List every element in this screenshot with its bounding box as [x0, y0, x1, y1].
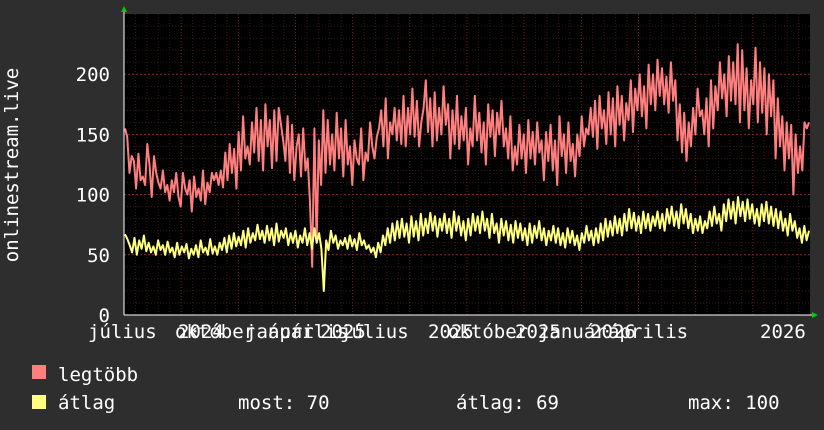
legend-label-1: átlag [58, 392, 115, 414]
x-tick-labels: július október2024 januáráprilis2025július… [88, 321, 806, 343]
legend-label-0: legtöbb [58, 364, 138, 386]
x-tick-label: július [340, 321, 409, 343]
x-tick-label: 2026 [760, 321, 806, 343]
y-tick-label: 50 [87, 245, 110, 267]
legend-swatch-0 [32, 365, 46, 379]
y-tick-labels: 050100150200 [76, 64, 110, 327]
chart-canvas: 050100150200 július október2024 januárápri… [1, 6, 818, 414]
legend: legtöbb átlag most: 70 átlag: 69 max: 10… [32, 364, 780, 414]
legend-swatch-1 [32, 395, 46, 409]
x-tick-label: július [88, 321, 157, 343]
x-tick-label: április [608, 321, 688, 343]
x-axis-arrow [812, 312, 818, 318]
stat-max: max: 100 [688, 392, 780, 414]
y-axis-label: onlinestream.live [1, 68, 23, 262]
x-tick-label: 2024 [178, 321, 224, 343]
y-tick-label: 200 [76, 64, 110, 86]
y-tick-label: 150 [76, 124, 110, 146]
stat-now: most: 70 [238, 392, 330, 414]
y-tick-label: 100 [76, 185, 110, 207]
stat-average: átlag: 69 [456, 392, 559, 414]
y-axis-arrow [121, 6, 127, 12]
